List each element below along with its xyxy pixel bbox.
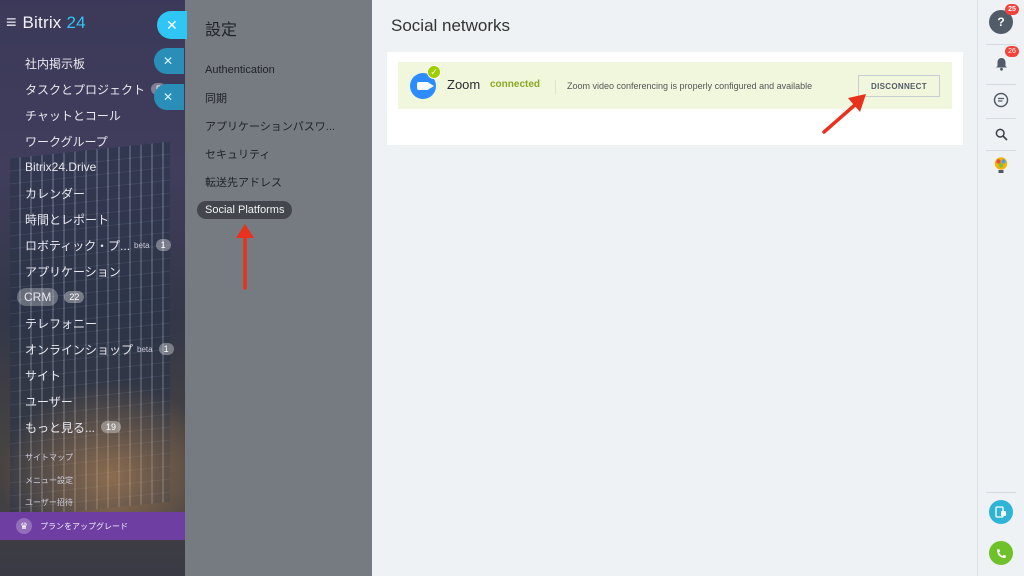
- sidebar-item-crm[interactable]: CRM 22: [0, 284, 185, 310]
- sidebar-item-applications[interactable]: アプリケーション: [0, 258, 185, 284]
- social-networks-card: ✓ Zoom connected Zoom video conferencing…: [387, 52, 963, 145]
- notifications-bell-icon[interactable]: 26: [989, 46, 1019, 76]
- page-title: Social networks: [391, 16, 511, 35]
- settings-nav-security[interactable]: セキュリティ: [205, 140, 365, 168]
- integration-name: Zoom: [447, 77, 481, 92]
- sidebar-item-online-store[interactable]: オンラインショップ beta 1: [0, 336, 185, 362]
- sidebar-item-users[interactable]: ユーザー: [0, 388, 185, 414]
- connected-check-icon: ✓: [427, 65, 441, 79]
- settings-nav-sync[interactable]: 同期: [205, 84, 365, 112]
- main-content: Social networks ✓ Zoom connected Zoom vi…: [372, 0, 977, 576]
- sidebar-item-sites[interactable]: サイト: [0, 362, 185, 388]
- sidebar-item-telephony[interactable]: テレフォニー: [0, 310, 185, 336]
- settings-nav-app-passwords[interactable]: アプリケーションパスワ...: [205, 112, 365, 140]
- logo-row: ≡ Bitrix 24: [6, 12, 86, 33]
- sidebar-menu: 社内掲示板 タスクとプロジェクト5 チャットとコール ワークグループ Bitri…: [0, 50, 185, 440]
- left-sidebar: ≡ Bitrix 24 ✎ 社内掲示板 タスクとプロジェクト5 チャットとコール…: [0, 0, 185, 576]
- sidebar-item-workgroups[interactable]: ワークグループ: [0, 128, 185, 154]
- app-logo[interactable]: Bitrix 24: [23, 13, 86, 33]
- crm-count-badge: 22: [64, 291, 85, 303]
- phone-icon[interactable]: [989, 541, 1013, 565]
- sidebar-item-rpa[interactable]: ロボティック・プ... beta 1: [0, 232, 185, 258]
- chat-icon[interactable]: [989, 88, 1013, 112]
- close-icon: ✕: [166, 16, 178, 33]
- rpa-count-badge: 1: [155, 239, 171, 251]
- stream-icon[interactable]: [989, 500, 1013, 524]
- sidebar-item-time-reports[interactable]: 時間とレポート: [0, 206, 185, 232]
- sidebar-item-calendar[interactable]: カレンダー: [0, 180, 185, 206]
- settings-nav: Authentication 同期 アプリケーションパスワ... セキュリティ …: [197, 56, 365, 224]
- settings-title: 設定: [205, 22, 238, 39]
- upgrade-plan-button[interactable]: ♛ プランをアップグレード: [0, 512, 185, 540]
- settings-nav-authentication[interactable]: Authentication: [205, 56, 365, 84]
- settings-panel: 設定 Authentication 同期 アプリケーションパスワ... セキュリ…: [185, 0, 372, 576]
- settings-nav-forwarding[interactable]: 転送先アドレス: [205, 168, 365, 196]
- annotation-arrow-up-icon: [236, 224, 254, 290]
- sidebar-link-invite-users[interactable]: ユーザー招待: [25, 497, 73, 508]
- search-icon[interactable]: [989, 122, 1013, 146]
- bulb-icon[interactable]: [989, 154, 1013, 178]
- sidebar-link-menu-settings[interactable]: メニュー設定: [25, 475, 73, 486]
- menu-burger-icon[interactable]: ≡: [6, 12, 17, 33]
- notifications-count-badge: 26: [1005, 46, 1019, 57]
- background-slider-close-icon[interactable]: ✕: [154, 84, 184, 110]
- sidebar-item-more[interactable]: もっと見る... 19: [0, 414, 185, 440]
- right-toolbar: ? 25 26: [977, 0, 1024, 576]
- store-count-badge: 1: [158, 343, 174, 355]
- more-count-badge: 19: [101, 421, 122, 433]
- help-icon[interactable]: ? 25: [989, 4, 1019, 34]
- background-slider-close-icon[interactable]: ✕: [154, 48, 184, 74]
- sidebar-link-sitemap[interactable]: サイトマップ: [25, 452, 73, 463]
- settings-close-button[interactable]: ✕: [157, 11, 187, 39]
- crown-icon: ♛: [16, 518, 32, 534]
- integration-description: Zoom video conferencing is properly conf…: [555, 80, 812, 94]
- help-count-badge: 25: [1005, 4, 1019, 15]
- sidebar-item-drive[interactable]: Bitrix24.Drive: [0, 154, 185, 180]
- settings-nav-social-platforms[interactable]: Social Platforms: [197, 196, 365, 224]
- annotation-arrow-diagonal-icon: [822, 94, 866, 134]
- integration-status: connected: [490, 79, 541, 90]
